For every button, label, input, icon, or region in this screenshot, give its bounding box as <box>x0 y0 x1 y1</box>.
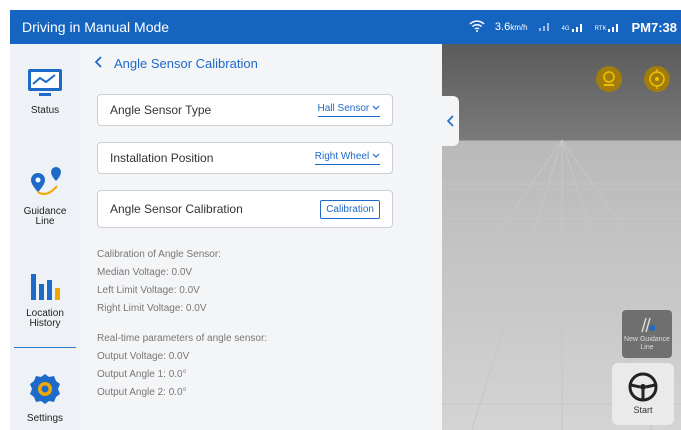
sidebar-item-guidance-line[interactable]: Guidance Line <box>10 166 80 227</box>
chevron-down-icon <box>372 103 380 114</box>
wifi-icon <box>469 19 485 35</box>
output-angle-2: Output Angle 2: 0.0° <box>97 387 187 398</box>
calibration-heading: Calibration of Angle Sensor: <box>97 249 221 260</box>
row-label: Installation Position <box>110 151 214 165</box>
panel-header: Angle Sensor Calibration <box>94 56 258 71</box>
sidebar-item-location-history[interactable]: Location History <box>10 268 80 329</box>
sidebar-item-label: Guidance Line <box>23 206 67 227</box>
guidance-line-icon <box>622 316 672 336</box>
output-voltage: Output Voltage: 0.0V <box>97 351 190 362</box>
settings-panel: Angle Sensor Calibration Angle Sensor Ty… <box>80 44 442 430</box>
sensor-type-select[interactable]: Hall Sensor <box>317 103 380 117</box>
row-label: Angle Sensor Calibration <box>110 202 243 216</box>
left-limit-voltage: Left Limit Voltage: 0.0V <box>97 285 200 296</box>
median-voltage: Median Voltage: 0.0V <box>97 267 193 278</box>
row-label: Angle Sensor Type <box>110 103 212 117</box>
gear-icon <box>10 372 80 409</box>
app-frame: Driving in Manual Mode 3.6km/h 4G RTK PM… <box>10 10 681 430</box>
new-guidance-line-button[interactable]: New Guidance Line <box>622 310 672 358</box>
chevron-down-icon <box>372 151 380 162</box>
back-chevron-icon[interactable] <box>94 56 102 71</box>
mode-title: Driving in Manual Mode <box>22 19 170 35</box>
sidebar-item-label: Settings <box>26 413 64 424</box>
sidebar-item-label: Location History <box>26 308 64 329</box>
installation-position-row[interactable]: Installation Position Right Wheel <box>97 142 393 174</box>
rtk-signal-icon: RTK <box>595 22 622 32</box>
page-title: Angle Sensor Calibration <box>114 56 258 71</box>
sidebar-active-divider <box>14 347 76 348</box>
start-label: Start <box>633 405 653 415</box>
signal-icon <box>538 21 552 34</box>
cellular-signal-icon: 4G <box>562 22 585 32</box>
output-angle-1: Output Angle 1: 0.0° <box>97 369 187 380</box>
new-guidance-line-label: New Guidance Line <box>624 336 670 351</box>
start-button[interactable]: Start <box>612 363 674 425</box>
sidebar-item-status[interactable]: Status <box>10 68 80 116</box>
installation-position-select[interactable]: Right Wheel <box>314 151 380 165</box>
angle-sensor-type-row[interactable]: Angle Sensor Type Hall Sensor <box>97 94 393 126</box>
route-pins-icon <box>10 166 80 203</box>
monitor-chart-icon <box>10 68 80 101</box>
steering-wheel-icon <box>612 371 674 405</box>
gnss-receiver-icon[interactable] <box>596 66 622 92</box>
realtime-heading: Real-time parameters of angle sensor: <box>97 333 268 344</box>
sidebar-item-label: Status <box>30 105 60 116</box>
bar-chart-icon <box>10 268 80 305</box>
calibration-button[interactable]: Calibration <box>320 199 380 219</box>
speed-readout: 3.6km/h <box>494 21 528 33</box>
status-bar: Driving in Manual Mode 3.6km/h 4G RTK PM… <box>10 10 681 44</box>
right-limit-voltage: Right Limit Voltage: 0.0V <box>97 303 207 314</box>
panel-collapse-tab[interactable] <box>442 96 459 146</box>
clock: PM7:38 <box>631 19 677 35</box>
angle-sensor-calibration-row: Angle Sensor Calibration Calibration <box>97 190 393 228</box>
target-icon[interactable] <box>644 66 670 92</box>
sidebar-item-settings[interactable]: Settings <box>10 372 80 424</box>
sidebar: Status Guidance Line Location History Se… <box>10 44 80 430</box>
